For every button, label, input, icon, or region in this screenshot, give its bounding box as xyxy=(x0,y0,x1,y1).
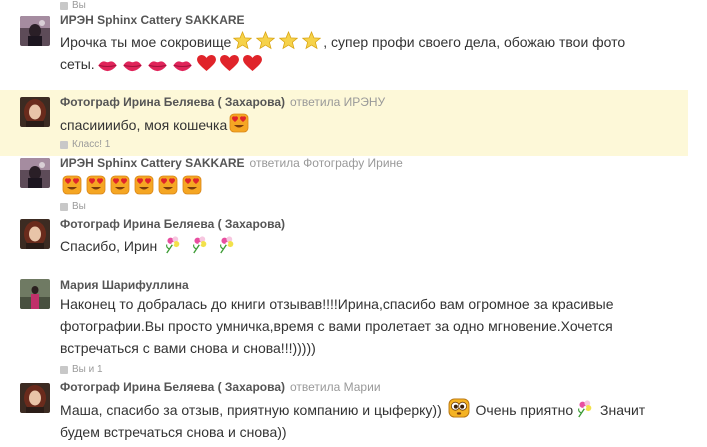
author-name[interactable]: Фотограф Ирина Беляева ( Захарова) xyxy=(60,217,285,231)
flower-emoji-icon xyxy=(163,235,182,254)
heart-eyes-emoji-icon xyxy=(158,175,178,195)
heart-eyes-emoji-icon xyxy=(62,175,82,195)
heart-emoji-icon xyxy=(197,55,216,72)
lips-emoji-icon xyxy=(147,59,168,72)
heart-eyes-emoji-icon xyxy=(110,175,130,195)
star-emoji-icon xyxy=(233,31,252,50)
comment-text: Наконец то добралась до книги отзывав!!!… xyxy=(60,296,614,356)
author-name[interactable]: Фотограф Ирина Беляева ( Захарова) xyxy=(60,95,285,109)
reply-to-link[interactable]: ответила Фотографу Ирине xyxy=(250,156,403,170)
like-row[interactable]: Класс! 1 xyxy=(60,139,110,150)
comment-item-highlighted: Фотограф Ирина Беляева ( Захарова) ответи… xyxy=(0,90,688,156)
like-thumb-icon xyxy=(60,140,68,149)
avatar[interactable] xyxy=(20,383,50,413)
reply-to-link[interactable]: ответила Марии xyxy=(290,380,381,394)
heart-eyes-emoji-icon xyxy=(182,175,202,195)
lips-emoji-icon xyxy=(97,59,118,72)
avatar[interactable] xyxy=(20,158,50,188)
comment-meta: Мария Шарифуллина xyxy=(60,278,189,292)
avatar[interactable] xyxy=(20,219,50,249)
reply-to-link[interactable]: ответила ИРЭНУ xyxy=(290,95,385,109)
avatar[interactable] xyxy=(20,97,50,127)
author-name[interactable]: ИРЭН Sphinx Cattery SAKKARE xyxy=(60,13,245,27)
like-row[interactable]: Вы xyxy=(60,201,86,212)
big-eyes-emoji-icon xyxy=(448,398,470,418)
star-emoji-icon xyxy=(279,31,298,50)
lips-emoji-icon xyxy=(122,59,143,72)
avatar[interactable] xyxy=(20,16,50,46)
comment-meta: Фотограф Ирина Беляева ( Захарова) ответи… xyxy=(60,380,381,394)
comment-text xyxy=(60,175,690,198)
flower-emoji-icon xyxy=(217,235,236,254)
comment-item: ИРЭН Sphinx Cattery SAKKARE Ирочка ты мо… xyxy=(0,10,688,76)
heart-emoji-icon xyxy=(220,55,239,72)
comment-text: Спасибо, Ирин xyxy=(60,235,690,257)
like-thumb-icon xyxy=(60,365,68,374)
flower-emoji-icon xyxy=(190,235,209,254)
comment-text: спасиииибо, моя кошечка xyxy=(60,113,690,136)
author-name[interactable]: Фотограф Ирина Беляева ( Захарова) xyxy=(60,380,285,394)
comment-text: Маша, спасибо за отзыв, приятную компани… xyxy=(60,398,690,443)
comment-meta: ИРЭН Sphinx Cattery SAKKARE ответила Фото… xyxy=(60,156,403,170)
comment-meta: Фотограф Ирина Беляева ( Захарова) ответи… xyxy=(60,95,385,109)
comment-text: Ирочка ты мое сокровище, супер профи сво… xyxy=(60,31,690,75)
like-thumb-icon xyxy=(60,202,68,211)
heart-emoji-icon xyxy=(243,55,262,72)
comment-meta: ИРЭН Sphinx Cattery SAKKARE xyxy=(60,13,245,27)
comment-item: ИРЭН Sphinx Cattery SAKKARE ответила Фото… xyxy=(0,154,690,212)
comments-thread: Вы ИРЭН Sphinx Cattery SAKKARE Ирочка ты… xyxy=(0,0,707,447)
comment-item: Мария Шарифуллина Наконец то добралась д… xyxy=(0,276,688,376)
avatar[interactable] xyxy=(20,279,50,309)
star-emoji-icon xyxy=(302,31,321,50)
heart-eyes-emoji-icon xyxy=(134,175,154,195)
star-emoji-icon xyxy=(256,31,275,50)
heart-eyes-emoji-icon xyxy=(229,113,249,133)
comment-item: Фотограф Ирина Беляева ( Захарова) Спаси… xyxy=(0,214,688,264)
author-name[interactable]: Мария Шарифуллина xyxy=(60,278,189,292)
comment-meta: Фотограф Ирина Беляева ( Захарова) xyxy=(60,217,285,231)
like-row[interactable]: Вы и 1 xyxy=(60,364,103,375)
lips-emoji-icon xyxy=(172,59,193,72)
like-thumb-icon xyxy=(60,1,68,10)
flower-emoji-icon xyxy=(575,399,594,418)
heart-eyes-emoji-icon xyxy=(86,175,106,195)
comment-item: Фотограф Ирина Беляева ( Захарова) ответи… xyxy=(0,376,688,447)
author-name[interactable]: ИРЭН Sphinx Cattery SAKKARE xyxy=(60,156,245,170)
